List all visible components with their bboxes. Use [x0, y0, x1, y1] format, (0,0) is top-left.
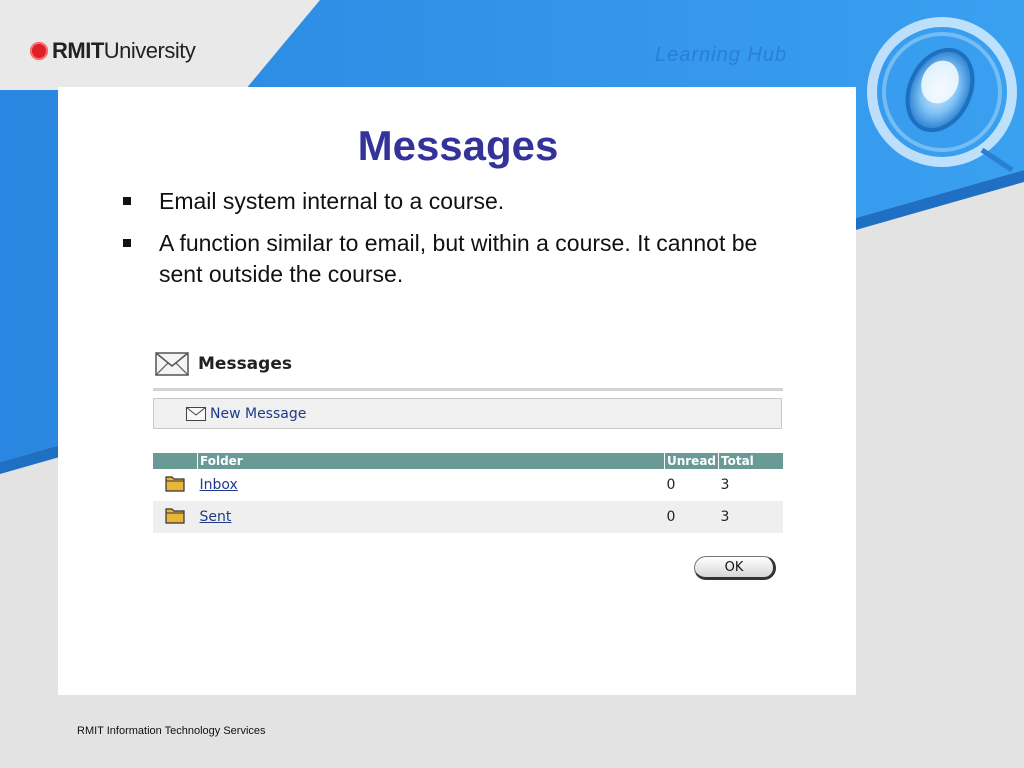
- inbox-link[interactable]: Inbox: [200, 477, 238, 493]
- ok-button[interactable]: OK: [694, 556, 776, 580]
- table-header-row: Folder Unread Total: [153, 453, 783, 469]
- bullet-list: Email system internal to a course. A fun…: [120, 186, 800, 301]
- envelope-icon: [186, 406, 206, 421]
- bullet-item: Email system internal to a course.: [120, 186, 800, 217]
- bullet-item: A function similar to email, but within …: [120, 228, 800, 290]
- messages-action-bar: New Message: [153, 398, 782, 429]
- logo-text-bold: RMIT: [52, 38, 104, 63]
- messages-divider: [153, 388, 783, 391]
- slide-title: Messages: [357, 122, 559, 169]
- bullet-square-icon: [123, 239, 131, 247]
- total-count: 3: [720, 477, 730, 493]
- footer-text: RMIT Information Technology Services: [77, 725, 266, 737]
- folder-name-cell: Sent: [197, 501, 665, 533]
- messages-header: Messages: [155, 352, 292, 376]
- envelope-icon: [155, 352, 189, 376]
- logo-dot-icon: [30, 42, 48, 60]
- new-message-button[interactable]: New Message: [186, 406, 306, 422]
- folder-icon: [165, 508, 185, 524]
- header-icon-cell: [153, 453, 198, 469]
- new-message-label: New Message: [210, 405, 307, 422]
- header-total: Total: [718, 453, 783, 469]
- unread-count: 0: [666, 477, 676, 493]
- folder-icon: [165, 476, 185, 492]
- table-row: Sent 0 3: [153, 501, 783, 533]
- folders-table: Folder Unread Total Inbox 0 3 Sent 0 3: [153, 453, 783, 533]
- unread-count: 0: [664, 501, 719, 533]
- folder-icon-cell: [153, 469, 198, 501]
- bullet-text: Email system internal to a course.: [159, 188, 505, 214]
- total-count: 3: [718, 501, 783, 533]
- header-unread: Unread: [664, 453, 720, 469]
- header-watermark-text: Learning Hub: [655, 44, 788, 66]
- slide-content-panel: [58, 87, 856, 695]
- folder-icon-cell: [153, 501, 198, 533]
- logo-text-light: University: [103, 38, 196, 63]
- bullet-text: A function similar to email, but within …: [159, 230, 758, 287]
- sent-link[interactable]: Sent: [200, 509, 232, 525]
- folder-name-cell: Inbox: [198, 469, 665, 501]
- table-row: Inbox 0 3: [153, 469, 783, 501]
- bullet-square-icon: [123, 197, 131, 205]
- email-mouse-emblem-icon: [867, 17, 1017, 173]
- rmit-logo: RMIT University: [30, 38, 196, 64]
- messages-title: Messages: [198, 354, 292, 374]
- header-folder: Folder: [197, 453, 665, 469]
